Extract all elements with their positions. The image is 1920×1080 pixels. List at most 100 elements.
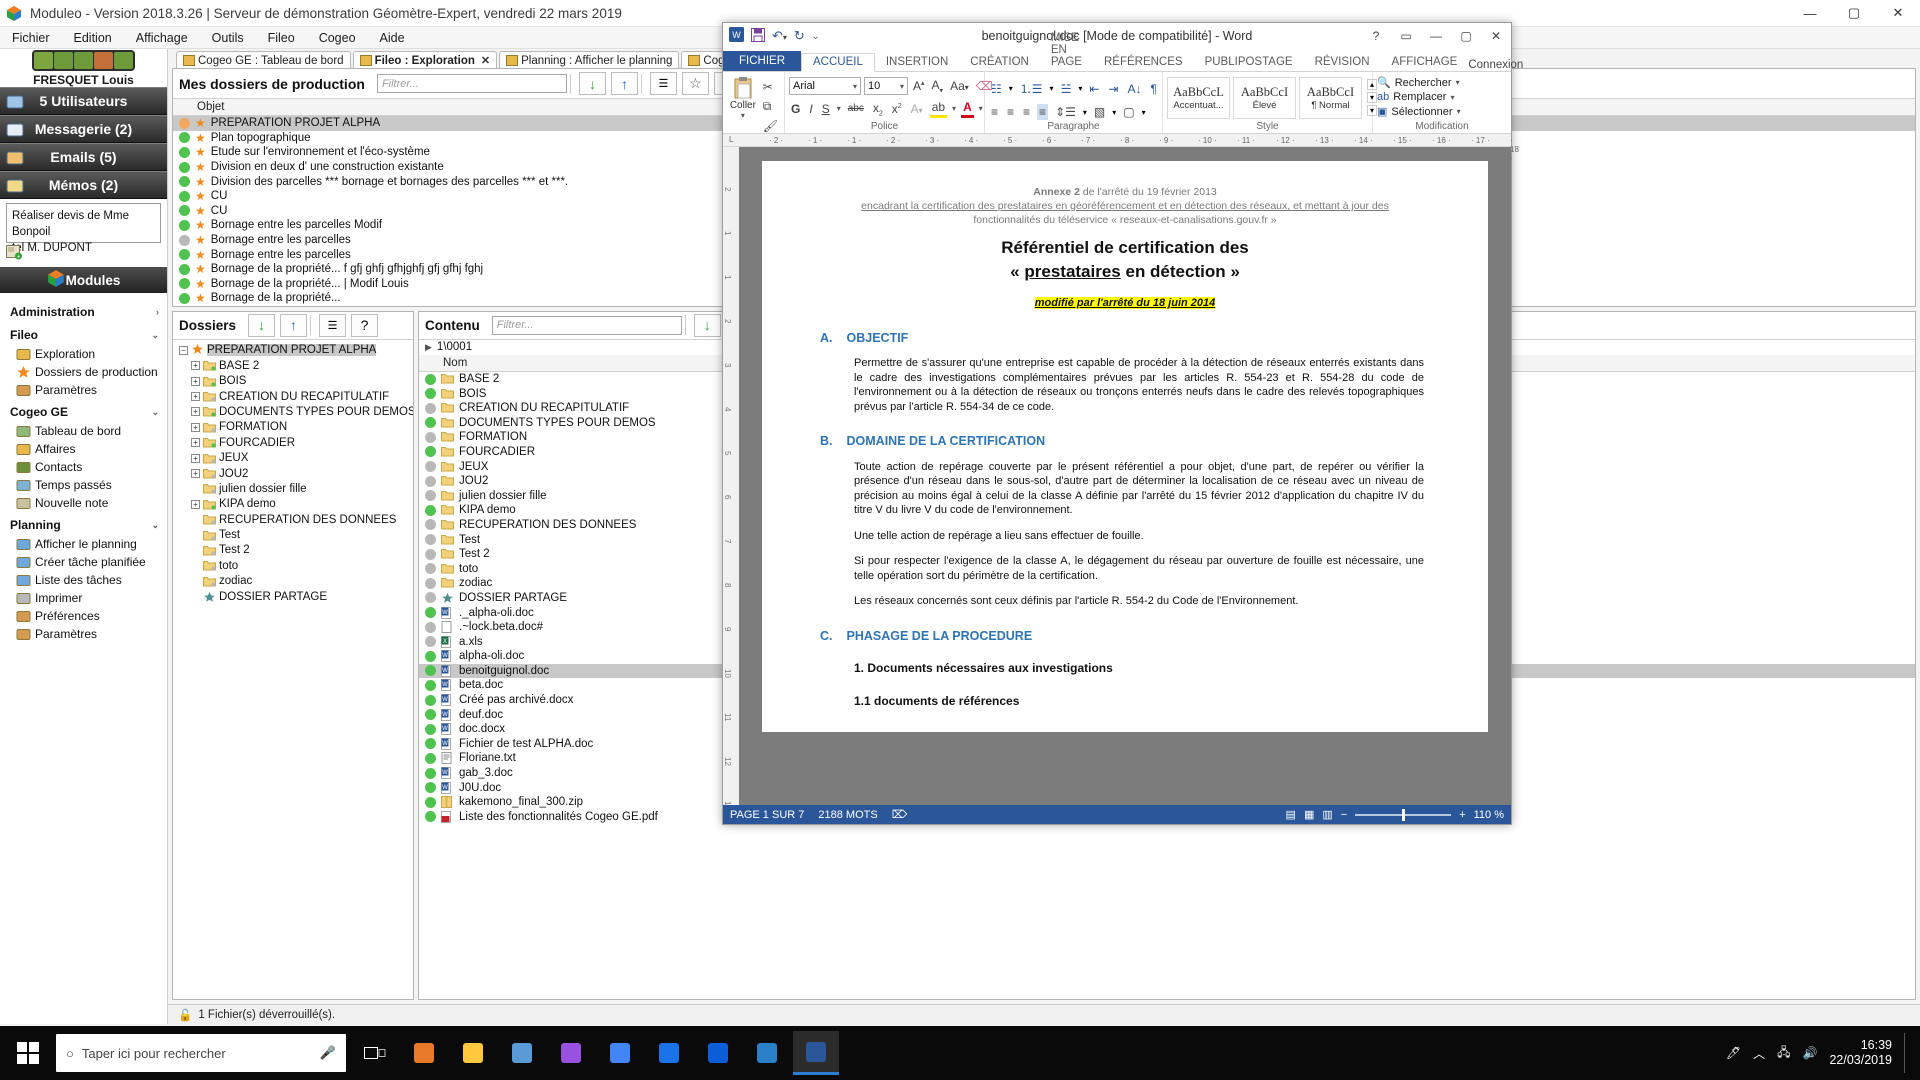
tab-mise-en-page[interactable]: MISE EN PAGE xyxy=(1040,30,1093,71)
module-group-cogeo-ge[interactable]: Cogeo GE ⌄ xyxy=(0,399,167,422)
change-case-icon[interactable]: Aa▾ xyxy=(948,78,971,94)
underline-dropdown-icon[interactable]: ▾ xyxy=(837,104,841,113)
remplacer-button[interactable]: ab Remplacer ▾ xyxy=(1377,91,1454,103)
shading-icon[interactable]: ▧ xyxy=(1092,104,1107,120)
power-icon[interactable] xyxy=(114,51,133,69)
increase-indent-icon[interactable]: ⇥ xyxy=(1106,81,1120,97)
sidebar-item-contacts[interactable]: Contacts xyxy=(0,458,167,476)
multilevel-icon[interactable]: ☱ xyxy=(1059,81,1074,97)
up-arrow-icon[interactable]: ↑ xyxy=(610,72,638,95)
production-filter-input[interactable]: Filtrer... xyxy=(376,74,567,93)
volume-icon[interactable]: 🔊 xyxy=(1802,1046,1817,1060)
chevron-down-icon[interactable]: ▾ xyxy=(741,111,745,120)
zoom-out-button[interactable]: − xyxy=(1341,809,1347,821)
underline-icon[interactable]: S xyxy=(820,101,832,117)
module-group-administration[interactable]: Administration › xyxy=(0,299,167,322)
font-color-dropdown-icon[interactable]: ▾ xyxy=(979,104,983,113)
tab-1[interactable]: Fileo : Exploration ✕ xyxy=(352,51,498,69)
tab-0[interactable]: Cogeo GE : Tableau de bord xyxy=(176,51,351,69)
map-icon[interactable] xyxy=(94,51,113,69)
style-0[interactable]: AaBbCcL Accentuat... xyxy=(1167,76,1230,119)
sidebar-band-1[interactable]: Messagerie (2) xyxy=(0,115,167,143)
restore-button[interactable]: ▢ xyxy=(1451,23,1481,49)
tab-insertion[interactable]: INSERTION xyxy=(875,54,959,71)
shrink-font-icon[interactable]: A▾ xyxy=(930,77,946,95)
sidebar-band-2[interactable]: Emails (5) xyxy=(0,143,167,171)
format-painter-icon[interactable]: 🖌 xyxy=(761,118,780,134)
expand-icon[interactable]: + xyxy=(191,499,200,509)
store-icon[interactable] xyxy=(548,1031,594,1075)
expand-icon[interactable]: + xyxy=(191,361,200,371)
expand-icon[interactable]: + xyxy=(191,469,200,479)
print-layout-icon[interactable]: ▦ xyxy=(1304,808,1314,821)
star-outline-icon[interactable]: ☆ xyxy=(681,72,709,95)
show-desktop-button[interactable] xyxy=(1904,1033,1910,1073)
sidebar-item-param-tres[interactable]: Paramètres xyxy=(0,381,167,399)
close-button[interactable]: ✕ xyxy=(1876,0,1920,27)
cut-icon[interactable]: ✂ xyxy=(761,79,780,95)
chevron-down-icon[interactable]: ▾ xyxy=(1457,107,1461,116)
bold-icon[interactable]: G xyxy=(789,101,802,117)
style-gallery[interactable]: AaBbCcL Accentuat... AaBbCcI Élevé AaBbCcI ¶ … xyxy=(1167,76,1362,119)
sidebar-item-tableau-de-bord[interactable]: Tableau de bord xyxy=(0,422,167,440)
moduleo-running-icon[interactable] xyxy=(744,1031,790,1075)
zoom-slider[interactable] xyxy=(1355,808,1452,821)
clock[interactable]: 16:39 22/03/2019 xyxy=(1829,1038,1892,1068)
expand-icon[interactable]: + xyxy=(191,422,200,432)
sidebar-item-affaires[interactable]: Affaires xyxy=(0,440,167,458)
help-button[interactable]: ? xyxy=(1361,23,1391,49)
word-taskbar-icon[interactable] xyxy=(793,1031,839,1075)
proofing-icon[interactable]: ⌦ xyxy=(892,808,908,821)
show-marks-icon[interactable]: ¶ xyxy=(1148,81,1158,97)
font-color-icon[interactable]: A xyxy=(961,99,974,119)
italic-icon[interactable]: I xyxy=(807,101,814,117)
decrease-indent-icon[interactable]: ⇤ xyxy=(1087,81,1101,97)
expand-icon[interactable]: + xyxy=(191,376,200,386)
maximize-button[interactable]: ▢ xyxy=(1832,0,1876,27)
highlight-icon[interactable]: ab xyxy=(929,99,948,119)
email-icon[interactable] xyxy=(54,51,73,69)
expand-icon[interactable]: − xyxy=(179,345,188,355)
tree-node[interactable]: + DOCUMENTS TYPES POUR DEMOS xyxy=(173,404,413,419)
quick-icon-row[interactable] xyxy=(32,49,135,71)
expand-icon[interactable]: + xyxy=(191,438,200,448)
menu-item-fichier[interactable]: Fichier xyxy=(12,31,50,45)
task-view-icon[interactable] xyxy=(352,1031,398,1075)
web-layout-icon[interactable]: ▥ xyxy=(1322,808,1332,821)
contenu-filter-input[interactable]: Filtrer... xyxy=(491,315,682,335)
tab-références[interactable]: RÉFÉRENCES xyxy=(1093,54,1194,71)
list-view-icon[interactable]: ☰ xyxy=(319,313,347,337)
undo-icon[interactable]: ↶▾ xyxy=(772,28,787,44)
slectionner-button[interactable]: ▣ Sélectionner ▾ xyxy=(1377,105,1461,119)
tree-node[interactable]: RECUPERATION DES DONNEES xyxy=(173,512,413,527)
sidebar-item-exploration[interactable]: Exploration xyxy=(0,345,167,363)
justify-icon[interactable]: ≡ xyxy=(1037,104,1049,120)
help-icon[interactable]: ? xyxy=(351,313,379,337)
rechercher-button[interactable]: 🔍 Rechercher ▾ xyxy=(1377,76,1460,90)
menu-item-outils[interactable]: Outils xyxy=(212,31,244,45)
ribbon-display-button[interactable]: ▭ xyxy=(1391,23,1421,49)
tree-node[interactable]: toto xyxy=(173,558,413,573)
style-2[interactable]: AaBbCcI ¶ Normal xyxy=(1299,76,1362,119)
horizontal-ruler[interactable]: L · 2 · · 1 · · 1 · · 2 · · 3 · · 4 · · 5 · · 6 … xyxy=(723,134,1519,163)
chevron-up-icon[interactable]: ︿ xyxy=(1753,1045,1765,1062)
tab-accueil[interactable]: ACCUEIL xyxy=(801,53,875,72)
minimize-button[interactable]: — xyxy=(1788,0,1832,27)
sidebar-item-imprimer[interactable]: Imprimer xyxy=(0,589,167,607)
tree-node[interactable]: + JEUX xyxy=(173,450,413,465)
style-1[interactable]: AaBbCcI Élevé xyxy=(1233,76,1296,119)
photos-icon[interactable] xyxy=(499,1031,545,1075)
chevron-down-icon[interactable]: ⌄ xyxy=(151,407,159,418)
tree-node[interactable]: Test 2 xyxy=(173,543,413,558)
zoom-in-button[interactable]: + xyxy=(1459,809,1465,821)
app-blue2-icon[interactable] xyxy=(695,1031,741,1075)
chevron-right-icon[interactable]: › xyxy=(156,307,159,317)
down-arrow-icon[interactable]: ↓ xyxy=(693,313,721,337)
sidebar-item-dossiers-de-production[interactable]: Dossiers de production xyxy=(0,363,167,381)
chevron-down-icon[interactable]: ▾ xyxy=(1450,93,1454,102)
app-blue-icon[interactable] xyxy=(646,1031,692,1075)
tree-node[interactable]: DOSSIER PARTAGE xyxy=(173,589,413,604)
tree-node[interactable]: + FOURCADIER xyxy=(173,435,413,450)
sidebar-item-afficher-le-planning[interactable]: Afficher le planning xyxy=(0,535,167,553)
down-arrow-icon[interactable]: ↓ xyxy=(248,313,276,337)
